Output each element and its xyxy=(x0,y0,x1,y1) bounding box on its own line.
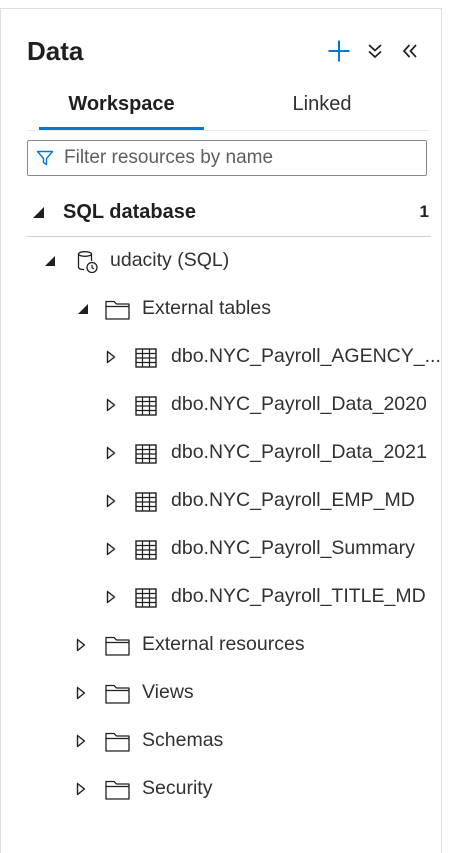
panel-title: Data xyxy=(27,36,84,66)
tab-linked[interactable]: Linked xyxy=(239,93,405,129)
collapsed-triangle-icon xyxy=(76,638,86,652)
table-icon xyxy=(135,588,157,608)
section-sql-database[interactable]: SQL database 1 xyxy=(27,193,431,237)
plus-icon xyxy=(328,40,350,62)
tab-workspace[interactable]: Workspace xyxy=(39,93,204,129)
folder-icon xyxy=(105,300,130,320)
tree-item-label: udacity (SQL) xyxy=(110,249,230,271)
tree-item-schemas[interactable]: Schemas xyxy=(1,719,441,763)
collapsed-triangle-icon xyxy=(76,686,86,700)
tree-item-label: dbo.NYC_Payroll_TITLE_MD xyxy=(171,585,426,607)
filter-box[interactable] xyxy=(27,140,427,176)
collapsed-triangle-icon xyxy=(106,350,116,364)
tree-item-label: dbo.NYC_Payroll_Summary xyxy=(171,537,415,559)
tree-item-external-resources[interactable]: External resources xyxy=(1,623,441,667)
tree-item-external-tables[interactable]: External tables xyxy=(1,287,441,331)
tree-item-label: Security xyxy=(142,777,213,799)
tab-workspace-label: Workspace xyxy=(68,93,175,115)
table-icon xyxy=(135,444,157,464)
double-chevron-down-icon xyxy=(368,44,382,59)
add-resource-button[interactable] xyxy=(325,37,353,65)
collapsed-triangle-icon xyxy=(106,494,116,508)
section-count-badge: 1 xyxy=(419,202,429,221)
table-icon xyxy=(135,348,157,368)
table-icon xyxy=(135,492,157,512)
folder-icon xyxy=(105,636,130,656)
data-panel: Data Workspace Linked SQL database 1 xyxy=(0,8,442,853)
tab-linked-label: Linked xyxy=(292,93,352,115)
expanded-triangle-icon xyxy=(33,207,44,218)
tree-item-label: External resources xyxy=(142,633,305,655)
double-chevron-left-icon xyxy=(402,44,417,58)
tree-item-label: dbo.NYC_Payroll_AGENCY_... xyxy=(171,345,441,367)
tree-item-table[interactable]: dbo.NYC_Payroll_Data_2021 xyxy=(1,431,441,475)
tree-item-label: dbo.NYC_Payroll_Data_2020 xyxy=(171,393,427,415)
tree-item-label: dbo.NYC_Payroll_Data_2021 xyxy=(171,441,427,463)
collapsed-triangle-icon xyxy=(76,782,86,796)
tree-item-table[interactable]: dbo.NYC_Payroll_TITLE_MD xyxy=(1,575,441,619)
collapsed-triangle-icon xyxy=(106,446,116,460)
collapsed-triangle-icon xyxy=(76,734,86,748)
sql-database-icon xyxy=(77,251,98,274)
tree-item-table[interactable]: dbo.NYC_Payroll_EMP_MD xyxy=(1,479,441,523)
table-icon xyxy=(135,540,157,560)
tree-item-table[interactable]: dbo.NYC_Payroll_Summary xyxy=(1,527,441,571)
tree-item-security[interactable]: Security xyxy=(1,767,441,811)
folder-icon xyxy=(105,732,130,752)
table-icon xyxy=(135,396,157,416)
tree-item-label: dbo.NYC_Payroll_EMP_MD xyxy=(171,489,415,511)
filter-input[interactable] xyxy=(64,141,419,175)
folder-icon xyxy=(105,780,130,800)
collapsed-triangle-icon xyxy=(106,398,116,412)
tree-item-table[interactable]: dbo.NYC_Payroll_Data_2020 xyxy=(1,383,441,427)
expanded-triangle-icon xyxy=(78,304,88,314)
tree-item-views[interactable]: Views xyxy=(1,671,441,715)
collapsed-triangle-icon xyxy=(106,542,116,556)
tree-item-label: Schemas xyxy=(142,729,224,751)
tree-item-label: External tables xyxy=(142,297,271,319)
tree-item-label: Views xyxy=(142,681,194,703)
collapsed-triangle-icon xyxy=(106,590,116,604)
tree-item-database[interactable]: udacity (SQL) xyxy=(1,239,441,283)
tree-item-table[interactable]: dbo.NYC_Payroll_AGENCY_... xyxy=(1,335,441,379)
expanded-triangle-icon xyxy=(45,256,55,266)
tabs-divider xyxy=(27,130,429,131)
collapse-panel-button[interactable] xyxy=(396,37,424,65)
expand-all-button[interactable] xyxy=(361,37,389,65)
section-label: SQL database xyxy=(63,201,197,223)
filter-icon xyxy=(36,150,54,166)
section-divider xyxy=(27,236,431,237)
folder-icon xyxy=(105,684,130,704)
